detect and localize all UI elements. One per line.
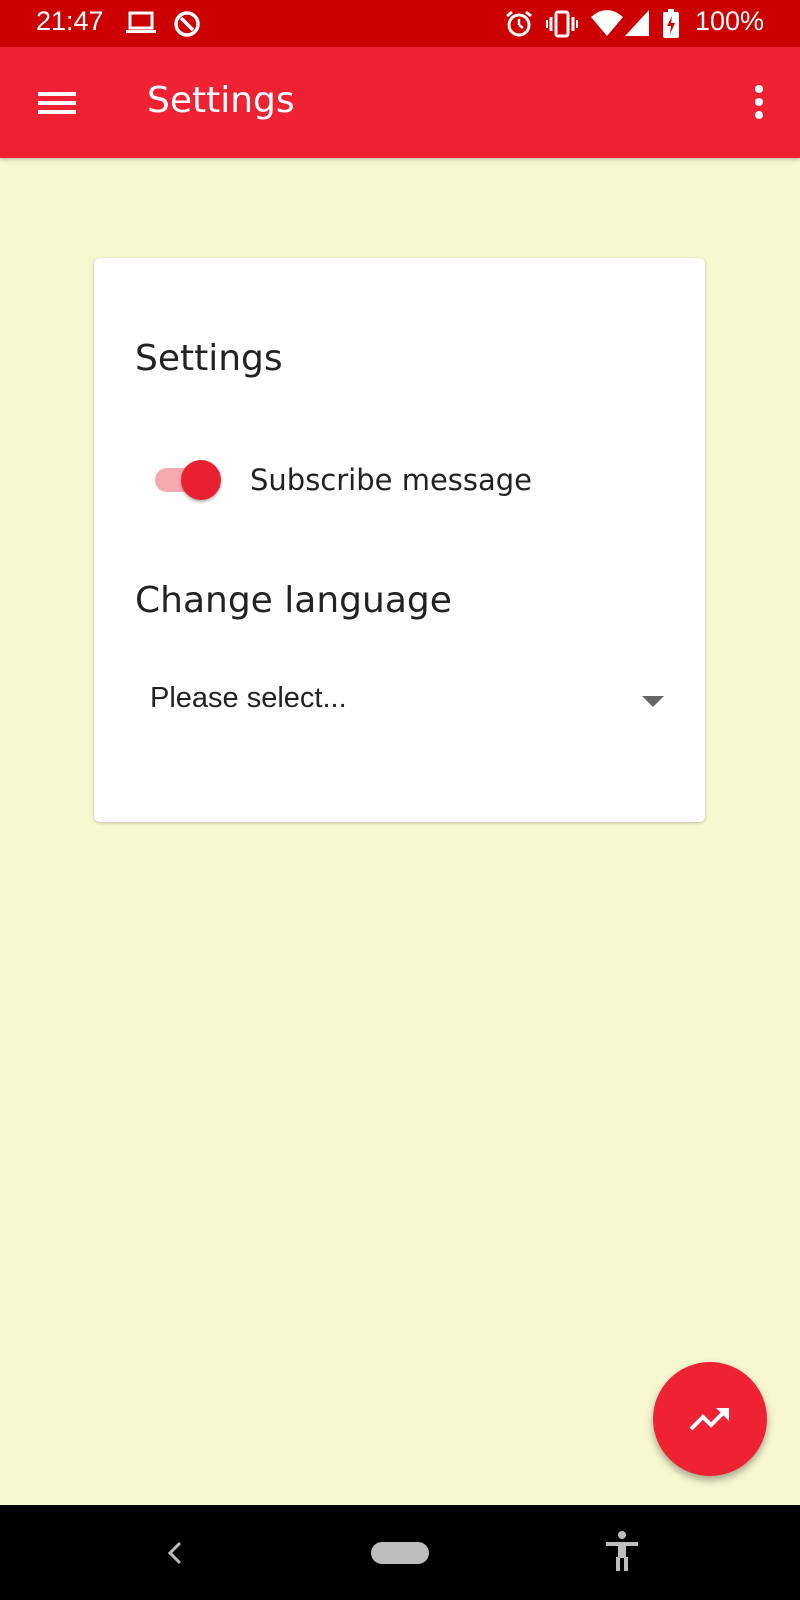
card-title: Settings [135,338,283,379]
change-language-title: Change language [135,580,452,621]
battery-percentage: 100% [694,6,764,36]
app-bar: Settings [0,47,800,158]
trending-up-icon [689,1408,729,1431]
back-button[interactable] [160,1535,190,1571]
settings-card: Settings Subscribe message Change langua… [94,258,705,822]
subscribe-message-label: Subscribe message [250,463,533,497]
laptop-icon [126,9,156,41]
data-saver-icon [172,9,202,43]
signal-icon [624,9,650,41]
accessibility-icon [606,1531,638,1571]
language-select[interactable]: Please select... [134,670,664,730]
alarm-icon [504,9,534,43]
overflow-menu-button[interactable] [744,80,774,126]
home-pill[interactable] [371,1542,429,1564]
back-icon [167,1541,182,1565]
accessibility-button[interactable] [602,1529,642,1573]
system-nav-bar [0,1505,800,1600]
wifi-icon [590,9,624,41]
battery-charging-icon [662,9,680,43]
trending-fab-button[interactable] [653,1362,767,1476]
subscribe-message-switch[interactable] [155,458,225,502]
switch-thumb [181,460,221,500]
menu-button[interactable] [28,80,86,126]
hamburger-menu-icon [38,92,76,114]
vibrate-icon [546,9,578,43]
more-vert-icon [755,85,763,119]
dropdown-arrow-icon [642,696,664,707]
app-bar-title: Settings [147,80,295,121]
status-bar: 21:47 100% [0,0,800,47]
status-time: 21:47 [36,6,104,36]
language-select-value: Please select... [150,682,347,714]
